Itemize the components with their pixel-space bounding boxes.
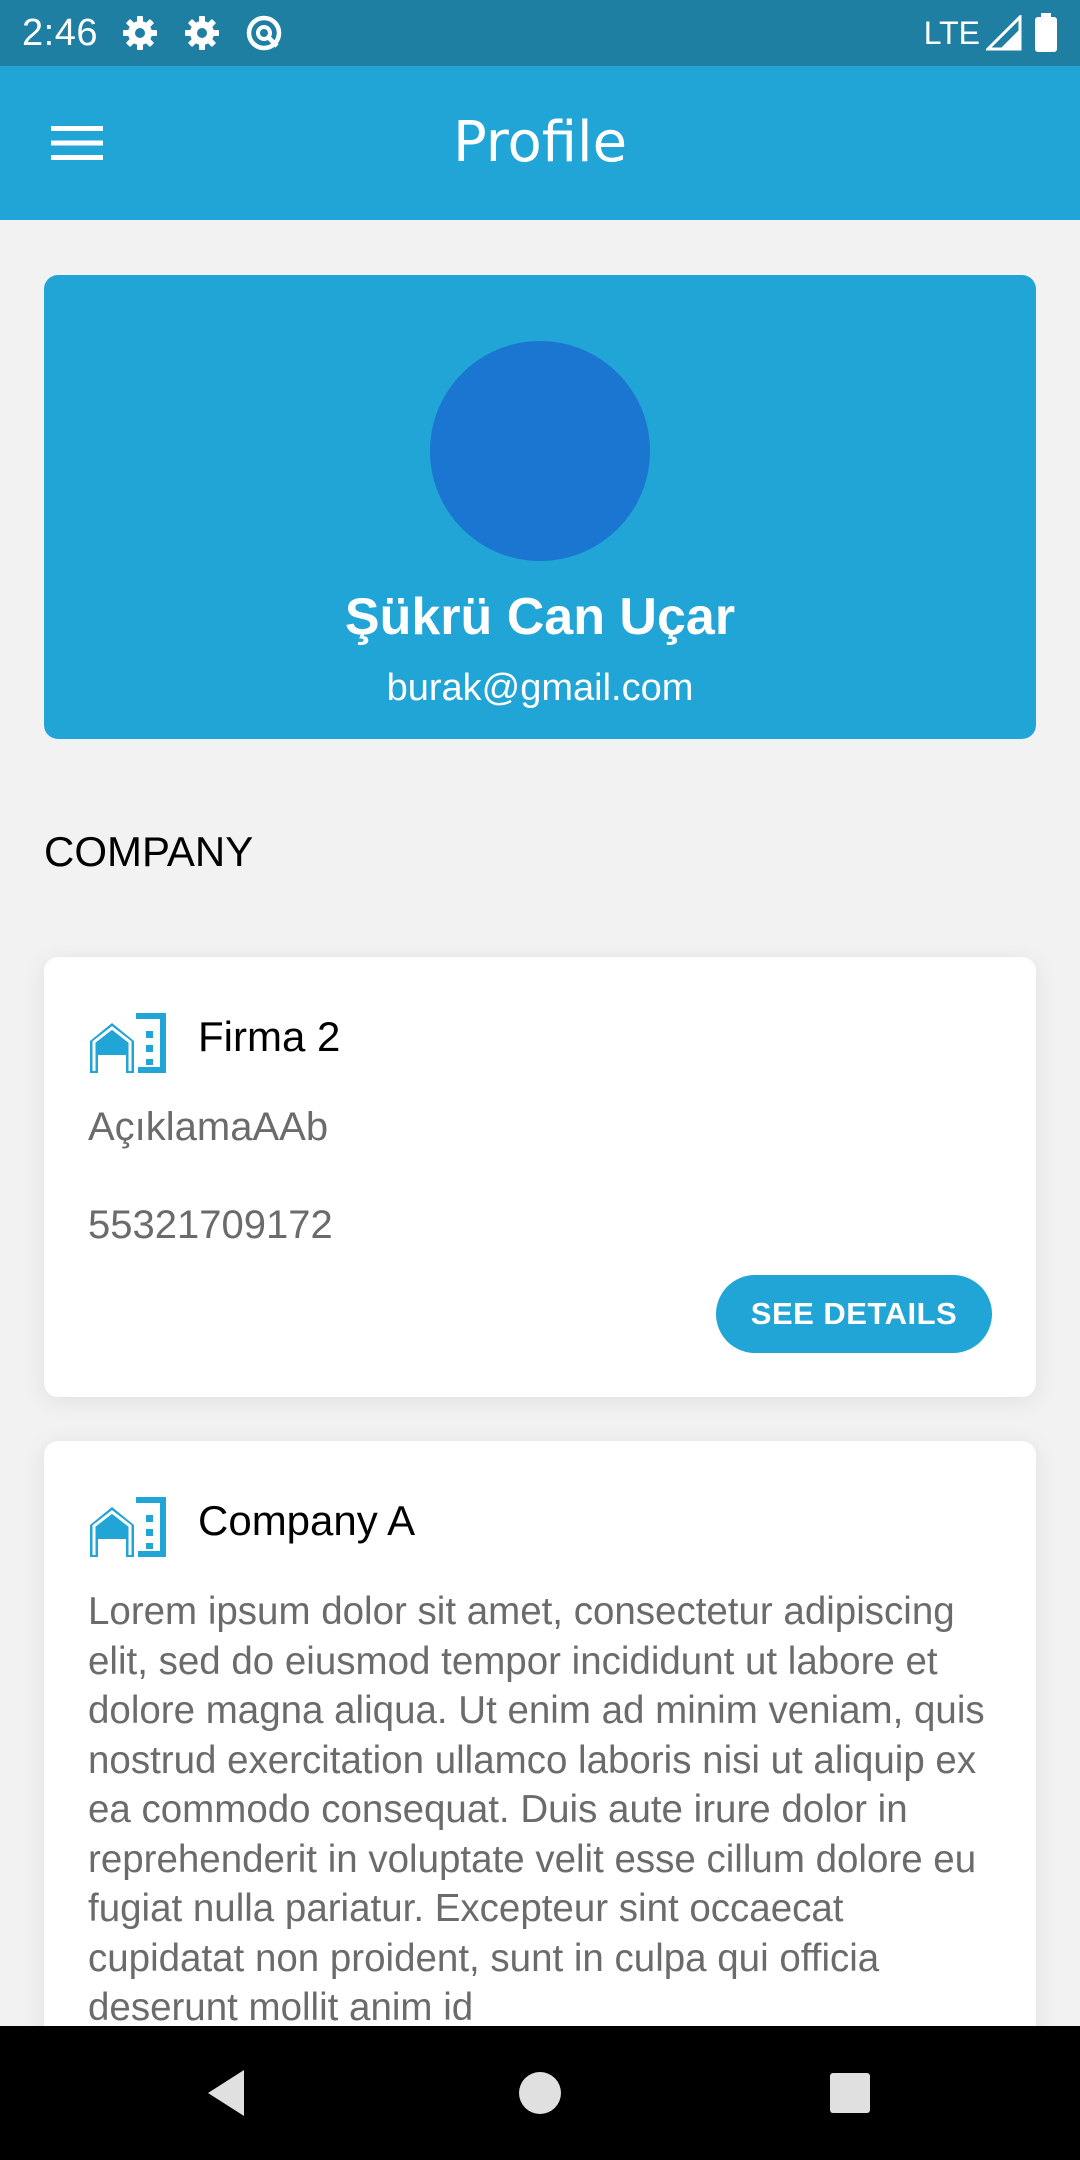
app-bar: Profile: [0, 66, 1080, 220]
network-type: LTE: [923, 14, 980, 51]
recents-button[interactable]: [810, 2056, 890, 2130]
page-title: Profile: [452, 110, 628, 175]
building-icon: [88, 1495, 166, 1557]
company-phone: 55321709172: [88, 1203, 333, 1247]
company-card: Firma 2 AçıklamaAAb 55321709172 SEE DETA…: [44, 957, 1036, 1397]
profile-card: Şükrü Can Uçar burak@gmail.com: [44, 275, 1036, 739]
see-details-button[interactable]: SEE DETAILS: [716, 1275, 992, 1353]
status-right: LTE: [924, 13, 1058, 53]
profile-email: burak@gmail.com: [386, 667, 694, 709]
company-description: Lorem ipsum dolor sit amet, consectetur …: [88, 1590, 985, 2029]
building-icon: [88, 1011, 166, 1073]
status-time: 2:46: [22, 11, 98, 54]
gear-icon: [182, 13, 222, 53]
company-description: AçıklamaAAb: [88, 1105, 329, 1149]
battery-icon: [1034, 13, 1058, 53]
gear-icon: [120, 13, 160, 53]
back-button[interactable]: [186, 2056, 266, 2130]
company-name: Firma 2: [198, 1013, 341, 1060]
home-icon: [519, 2072, 561, 2114]
navigation-bar: [0, 2026, 1080, 2160]
profile-name: Şükrü Can Uçar: [344, 588, 736, 646]
section-title: COMPANY: [44, 828, 254, 875]
status-bar: 2:46 LTE: [0, 0, 1080, 66]
back-icon: [208, 2070, 244, 2116]
company-name: Company A: [198, 1497, 416, 1544]
recents-icon: [830, 2073, 870, 2113]
data-saver-icon: [244, 13, 284, 53]
signal-icon: [986, 15, 1022, 51]
home-button[interactable]: [500, 2056, 580, 2130]
avatar[interactable]: [430, 341, 650, 561]
